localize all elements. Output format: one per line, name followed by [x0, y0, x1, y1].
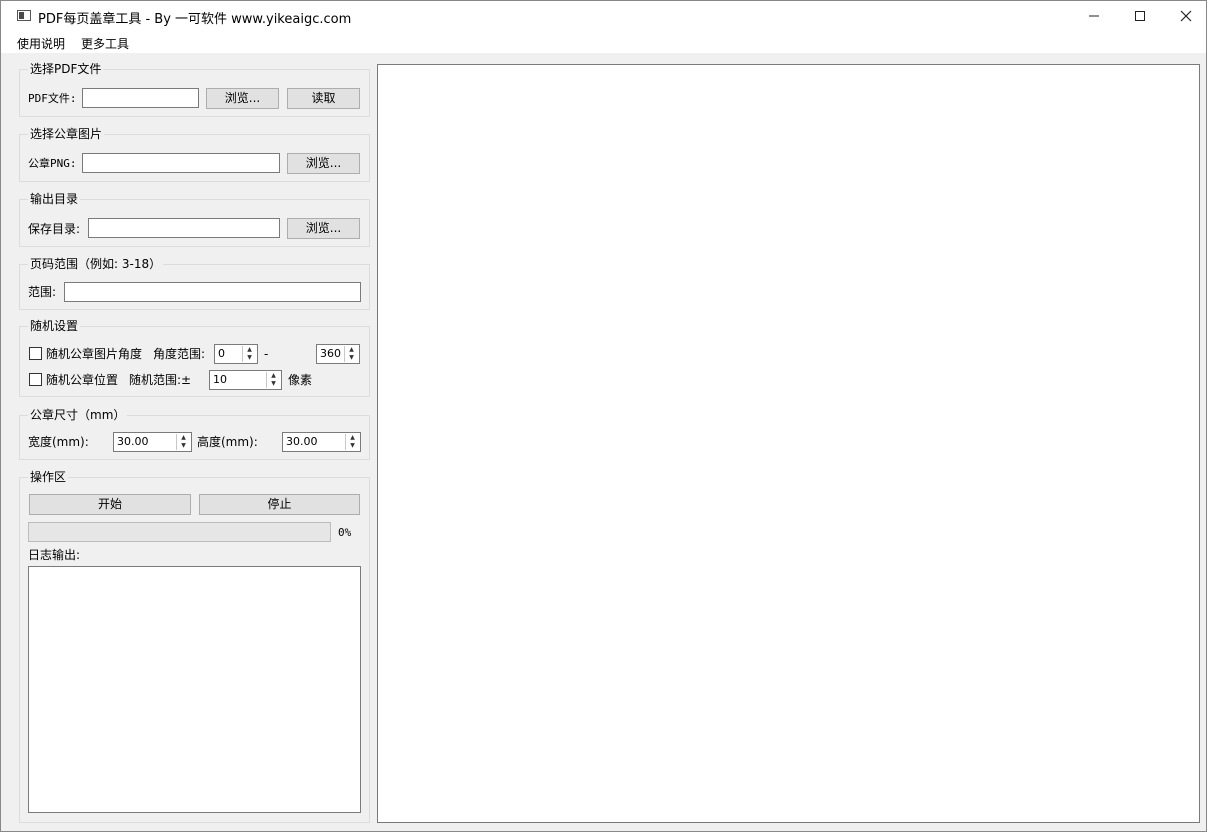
spinner-arrows-icon[interactable]: ▲ ▼ — [266, 372, 280, 388]
group-title: 随机设置 — [28, 319, 81, 333]
angle-range-dash: - — [264, 347, 269, 361]
group-title: 公章尺寸（mm） — [28, 408, 128, 422]
app-icon — [17, 10, 31, 21]
stamp-size-group: 公章尺寸（mm） 宽度(mm): 30.00 ▲ ▼ 高度(mm): 30.00 … — [19, 408, 370, 460]
stamp-image-group: 选择公章图片 公章PNG: 浏览... — [19, 127, 370, 182]
progress-percent: 0% — [338, 526, 352, 539]
width-value: 30.00 — [117, 435, 149, 448]
start-button[interactable]: 开始 — [29, 494, 191, 515]
progress-bar — [28, 522, 331, 542]
group-title: 选择PDF文件 — [28, 62, 104, 76]
maximize-button[interactable] — [1117, 1, 1163, 31]
pdf-preview-panel[interactable] — [377, 64, 1200, 823]
window-title: PDF每页盖章工具 - By 一可软件 www.yikeaigc.com — [38, 12, 352, 27]
log-output-area[interactable] — [28, 566, 361, 813]
random-position-checkbox[interactable] — [29, 373, 42, 386]
operations-group: 操作区 开始 停止 0% 日志输出: — [19, 470, 370, 823]
minimize-button[interactable] — [1071, 1, 1117, 31]
output-browse-button[interactable]: 浏览... — [287, 218, 360, 239]
title-bar[interactable]: PDF每页盖章工具 - By 一可软件 www.yikeaigc.com — [1, 1, 1206, 31]
group-title: 操作区 — [28, 470, 69, 484]
random-position-label: 随机公章位置 — [46, 373, 119, 387]
angle-min-value: 0 — [218, 347, 225, 360]
maximize-icon — [1135, 11, 1145, 21]
output-dir-input[interactable] — [88, 218, 280, 238]
pdf-read-button[interactable]: 读取 — [287, 88, 360, 109]
pdf-file-group: 选择PDF文件 PDF文件: 浏览... 读取 — [19, 62, 370, 117]
random-angle-checkbox[interactable] — [29, 347, 42, 360]
angle-min-spinbox[interactable]: 0 ▲ ▼ — [214, 344, 258, 364]
random-settings-group: 随机设置 随机公章图片角度 角度范围: 0 ▲ ▼ - 360 ▲ ▼ 随机公章位置… — [19, 319, 370, 397]
close-button[interactable] — [1163, 1, 1209, 31]
spinner-arrows-icon[interactable]: ▲ ▼ — [345, 434, 359, 450]
stamp-browse-button[interactable]: 浏览... — [287, 153, 360, 174]
angle-max-value: 360 — [320, 347, 341, 360]
menu-usage[interactable]: 使用说明 — [17, 35, 65, 52]
log-output-label: 日志输出: — [28, 548, 81, 562]
menu-more-tools[interactable]: 更多工具 — [81, 35, 129, 52]
position-range-value: 10 — [213, 373, 227, 386]
position-range-spinbox[interactable]: 10 ▲ ▼ — [209, 370, 282, 390]
stop-button[interactable]: 停止 — [199, 494, 360, 515]
position-unit-label: 像素 — [288, 373, 313, 387]
height-label: 高度(mm): — [197, 435, 258, 449]
group-title: 选择公章图片 — [28, 127, 105, 141]
angle-max-spinbox[interactable]: 360 ▲ ▼ — [316, 344, 360, 364]
position-range-label: 随机范围:± — [129, 373, 192, 387]
close-icon — [1180, 10, 1192, 22]
spinner-arrows-icon[interactable]: ▲ ▼ — [344, 346, 358, 362]
pdf-file-label: PDF文件: — [28, 92, 77, 105]
pdf-browse-button[interactable]: 浏览... — [206, 88, 279, 109]
range-input[interactable] — [64, 282, 361, 302]
app-window: PDF每页盖章工具 - By 一可软件 www.yikeaigc.com 使用说… — [0, 0, 1207, 832]
menu-bar: 使用说明 更多工具 — [1, 31, 1206, 53]
random-angle-label: 随机公章图片角度 — [46, 347, 143, 361]
output-dir-group: 输出目录 保存目录: 浏览... — [19, 192, 370, 247]
height-value: 30.00 — [286, 435, 318, 448]
stamp-png-label: 公章PNG: — [28, 157, 77, 170]
group-title: 页码范围（例如: 3-18） — [28, 257, 164, 271]
spinner-arrows-icon[interactable]: ▲ ▼ — [242, 346, 256, 362]
page-range-group: 页码范围（例如: 3-18） 范围: — [19, 257, 370, 310]
width-spinbox[interactable]: 30.00 ▲ ▼ — [113, 432, 192, 452]
output-dir-label: 保存目录: — [28, 222, 81, 236]
minimize-icon — [1089, 15, 1099, 17]
range-label: 范围: — [28, 285, 57, 299]
main-content: 选择PDF文件 PDF文件: 浏览... 读取 选择公章图片 公章PNG: 浏览… — [1, 53, 1206, 831]
width-label: 宽度(mm): — [28, 435, 89, 449]
spinner-arrows-icon[interactable]: ▲ ▼ — [176, 434, 190, 450]
group-title: 输出目录 — [28, 192, 81, 206]
pdf-file-input[interactable] — [82, 88, 199, 108]
height-spinbox[interactable]: 30.00 ▲ ▼ — [282, 432, 361, 452]
angle-range-label: 角度范围: — [153, 347, 206, 361]
stamp-png-input[interactable] — [82, 153, 280, 173]
